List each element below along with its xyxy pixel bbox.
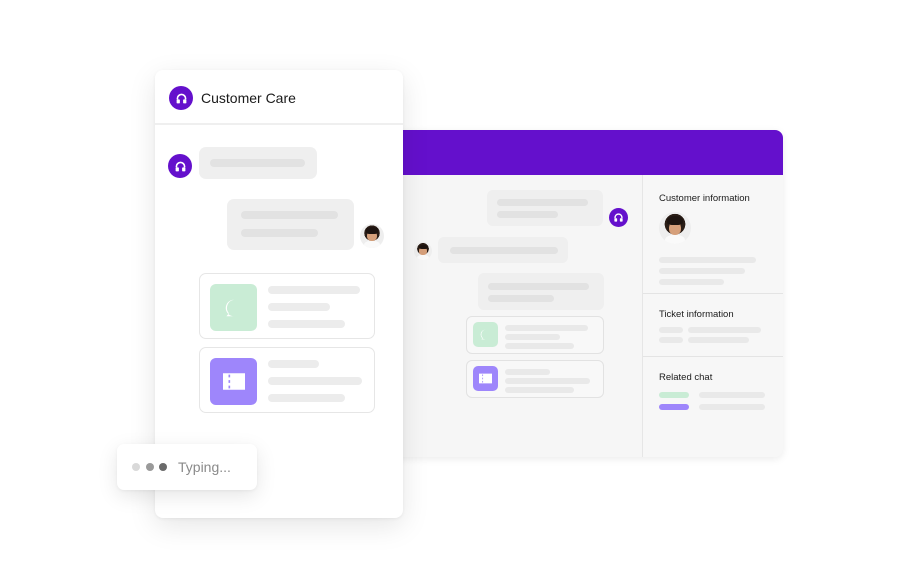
customer-avatar — [360, 224, 384, 248]
ticket-information-section: Ticket information — [643, 294, 783, 357]
chat-bubble-icon — [210, 284, 257, 331]
typing-indicator: Typing... — [117, 444, 257, 490]
ticket-card[interactable] — [466, 360, 604, 398]
customer-information-section: Customer information — [643, 175, 783, 294]
customer-message-bubble — [438, 237, 568, 263]
headset-icon — [169, 86, 193, 110]
chat-title: Customer Care — [201, 90, 296, 106]
agent-message-bubble — [487, 190, 603, 226]
customer-avatar — [414, 242, 432, 260]
ticket-icon — [210, 358, 257, 405]
typing-dot — [146, 463, 154, 471]
agent-headset-icon — [168, 154, 192, 178]
chat-bubble-icon — [473, 322, 498, 347]
customer-avatar — [659, 212, 691, 244]
section-title: Related chat — [659, 372, 713, 383]
typing-dot — [132, 463, 140, 471]
related-chat-tag-purple[interactable] — [659, 404, 689, 410]
typing-label: Typing... — [178, 459, 231, 475]
agent-message-bubble — [478, 273, 604, 310]
customer-message-bubble — [227, 199, 354, 250]
typing-dot — [159, 463, 167, 471]
details-side-panel: Customer information Ticket information … — [642, 175, 783, 457]
section-title: Ticket information — [659, 309, 734, 320]
related-chat-tag-green[interactable] — [659, 392, 689, 398]
chat-card[interactable] — [466, 316, 604, 354]
agent-headset-icon — [609, 208, 628, 227]
ticket-icon — [473, 366, 498, 391]
section-title: Customer information — [659, 193, 750, 204]
chat-card[interactable] — [199, 273, 375, 339]
chat-header: Customer Care — [155, 70, 403, 125]
agent-message-bubble — [199, 147, 317, 179]
related-chat-section: Related chat — [643, 357, 783, 457]
ticket-card[interactable] — [199, 347, 375, 413]
